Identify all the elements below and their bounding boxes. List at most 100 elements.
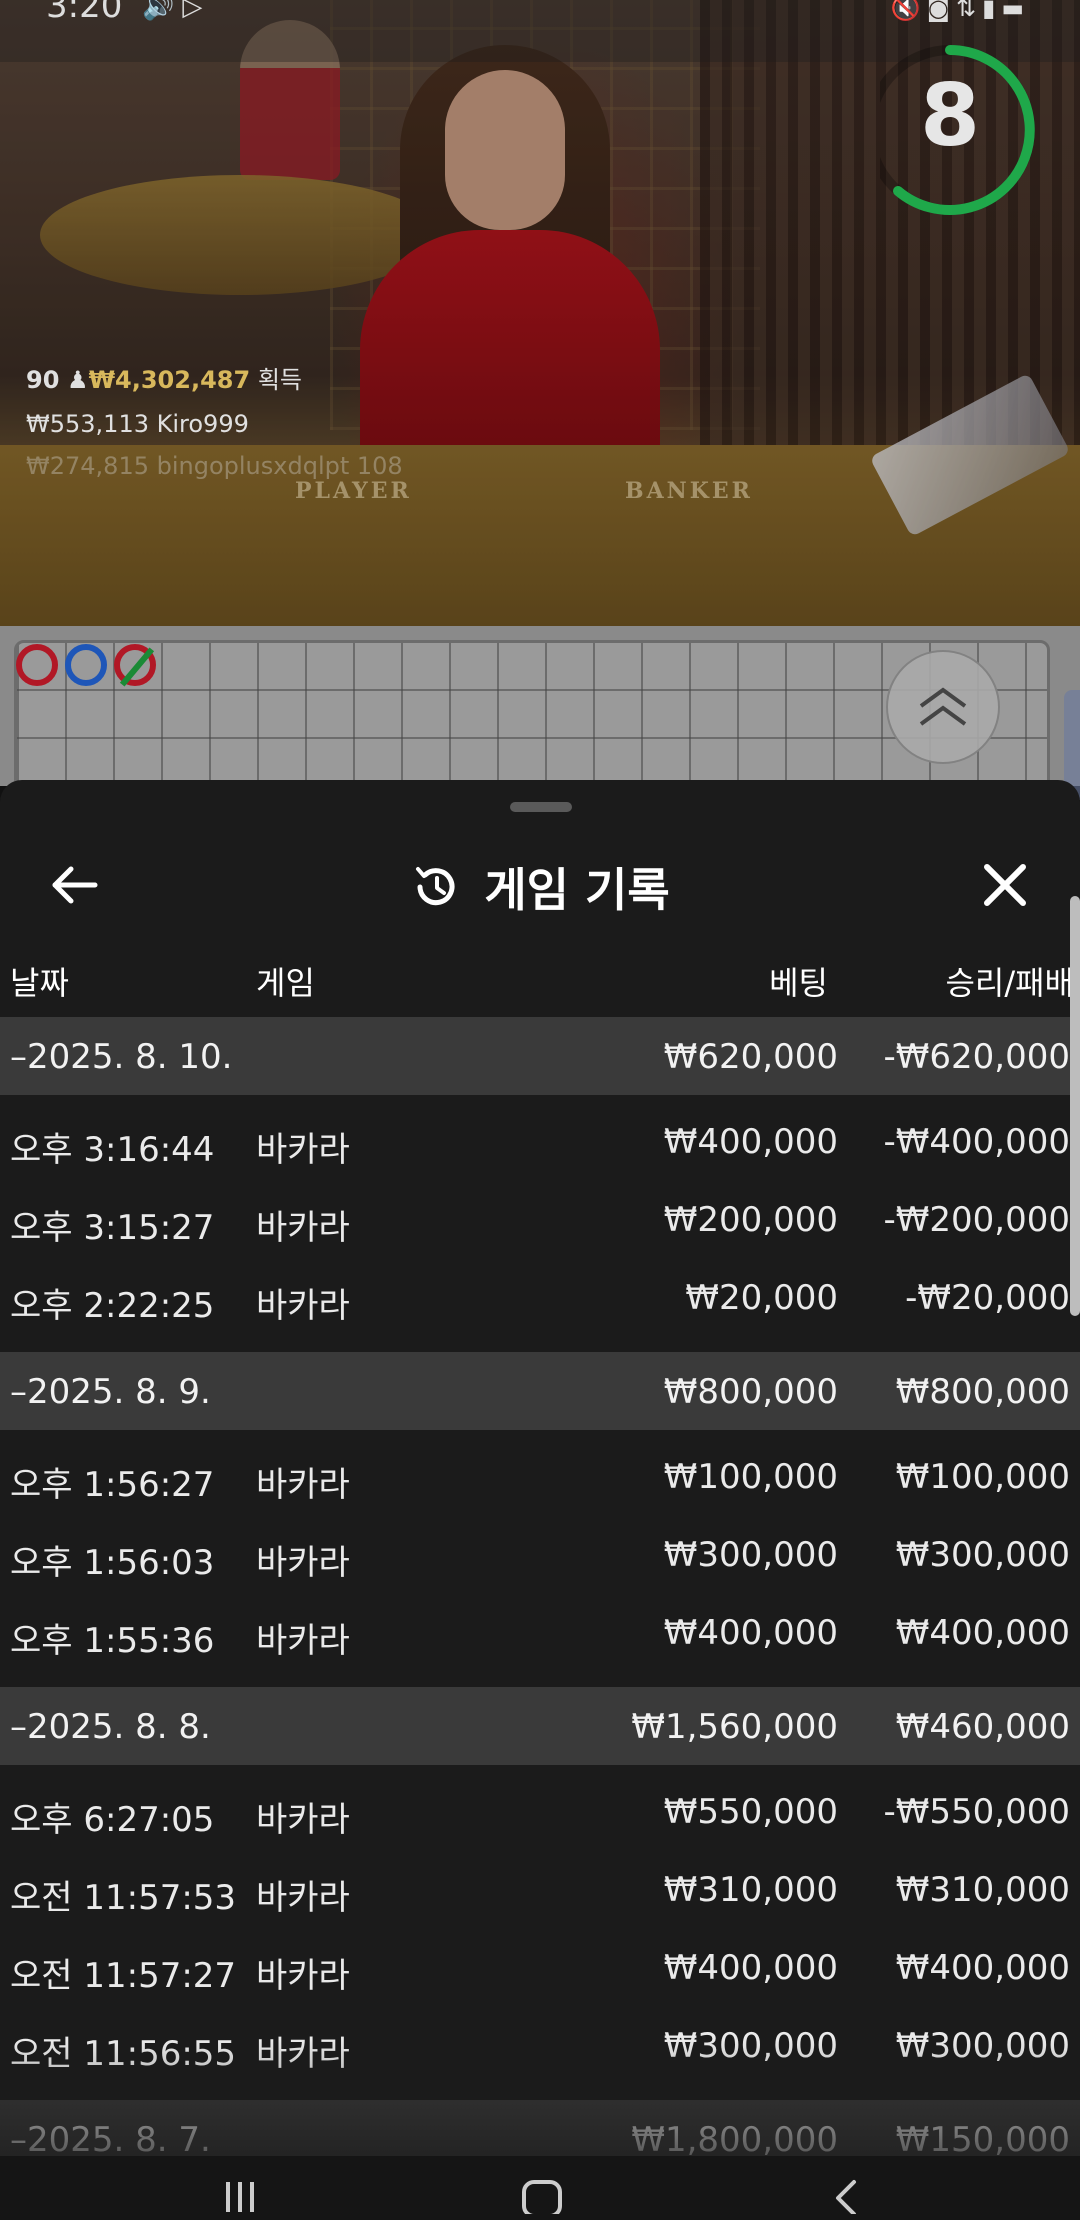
day-date: –2025. 8. 8. (10, 1707, 211, 1747)
status-left-icons: 🔊▷ (142, 0, 210, 22)
row-win-loss: -₩400,000 (883, 1122, 1071, 1162)
day-bet-total: ₩800,000 (663, 1372, 838, 1412)
close-icon (984, 864, 1026, 906)
table-row[interactable]: 오후 3:15:27 바카라 ₩200,000 -₩200,000 (0, 1180, 1080, 1258)
table-row[interactable]: 오후 2:22:25 바카라 ₩20,000 -₩20,000 (0, 1258, 1080, 1336)
battery-icon: ▬ (1001, 0, 1030, 22)
row-game: 바카라 (256, 1208, 350, 1248)
row-time: 오전 11:56:55 (10, 2034, 237, 2074)
recent-apps-icon (226, 2182, 254, 2212)
row-win-loss: ₩300,000 (895, 2026, 1070, 2066)
road-banker-tie-marker (114, 644, 156, 686)
day-win-loss-total: -₩620,000 (883, 1037, 1071, 1077)
row-bet: ₩200,000 (663, 1200, 838, 1240)
row-bet: ₩300,000 (663, 1535, 838, 1575)
day-win-loss-total: ₩800,000 (895, 1372, 1070, 1412)
mute-icon: 🔇 (890, 0, 927, 22)
day-win-loss-total: ₩460,000 (895, 1707, 1070, 1747)
play-icon: ▷ (182, 0, 211, 22)
row-game: 바카라 (256, 1543, 350, 1583)
recent-apps-button[interactable] (200, 2164, 280, 2220)
live-video[interactable]: PLAYER BANKER 3:20 🔊▷ 🔇◙⇅▮▬ 8 90 ♟₩4,302… (0, 0, 1080, 626)
home-button[interactable] (502, 2164, 582, 2220)
row-bet: ₩20,000 (685, 1278, 838, 1318)
row-time: 오전 11:57:27 (10, 1956, 237, 1996)
day-date: –2025. 8. 9. (10, 1372, 211, 1412)
row-time: 오후 1:56:03 (10, 1543, 215, 1583)
row-bet: ₩400,000 (663, 1122, 838, 1162)
row-win-loss: ₩400,000 (895, 1948, 1070, 1988)
sheet-scrollbar[interactable] (1070, 896, 1080, 1316)
winner-amount: ₩274,815 (26, 452, 149, 480)
road-banker-marker (16, 644, 58, 686)
table-row[interactable]: 오후 6:27:05 바카라 ₩550,000 -₩550,000 (0, 1772, 1080, 1850)
row-bet: ₩310,000 (663, 1870, 838, 1910)
road-player-marker (65, 644, 107, 686)
column-header-win-loss[interactable]: 승리/패배 (945, 958, 1074, 1004)
day-win-loss-total: ₩150,000 (895, 2120, 1070, 2160)
table-row[interactable]: 오후 1:56:27 바카라 ₩100,000 ₩100,000 (0, 1437, 1080, 1515)
row-time: 오후 2:22:25 (10, 1286, 215, 1326)
row-game: 바카라 (256, 2034, 350, 2074)
row-bet: ₩100,000 (663, 1457, 838, 1497)
row-bet: ₩400,000 (663, 1948, 838, 1988)
row-bet: ₩550,000 (663, 1792, 838, 1832)
countdown-timer: 8 (865, 40, 1040, 220)
winners-suffix: 획득 (257, 366, 302, 394)
person-icon: ♟ (67, 366, 89, 394)
sound-icon: 🔊 (142, 0, 183, 22)
system-back-button[interactable] (806, 2164, 886, 2220)
data-icon: ⇅ (955, 0, 983, 22)
table-row[interactable]: 오후 1:55:36 바카라 ₩400,000 ₩400,000 (0, 1593, 1080, 1671)
winners-total: ₩4,302,487 (88, 366, 251, 394)
day-date: –2025. 8. 7. (10, 2120, 211, 2160)
winners-count: 90 (26, 366, 60, 394)
row-win-loss: ₩400,000 (895, 1613, 1070, 1653)
sheet-drag-handle[interactable] (510, 802, 572, 812)
row-game: 바카라 (256, 1465, 350, 1505)
table-row[interactable]: 오후 3:16:44 바카라 ₩400,000 -₩400,000 (0, 1102, 1080, 1180)
table-row[interactable]: 오전 11:56:55 바카라 ₩300,000 ₩300,000 (0, 2006, 1080, 2084)
history-table: –2025. 8. 10. ₩620,000 -₩620,000 오후 3:16… (0, 1017, 1080, 2160)
app-root: PLAYER BANKER 3:20 🔊▷ 🔇◙⇅▮▬ 8 90 ♟₩4,302… (0, 0, 1080, 2220)
row-game: 바카라 (256, 1800, 350, 1840)
close-button[interactable] (970, 850, 1040, 920)
row-win-loss: ₩100,000 (895, 1457, 1070, 1497)
day-summary-row[interactable]: –2025. 8. 8. ₩1,560,000 ₩460,000 (0, 1687, 1080, 1765)
row-spacer (0, 1336, 1080, 1352)
row-game: 바카라 (256, 1621, 350, 1661)
row-time: 오전 11:57:53 (10, 1878, 237, 1918)
history-icon (416, 867, 455, 906)
winner-entry: ₩553,113 Kiro999 (26, 410, 249, 438)
game-history-sheet: 게임 기록 날짜 게임 베팅 승리/패배 –2025. 8. 10. ₩620,… (0, 780, 1080, 2160)
table-row[interactable]: 오전 11:57:27 바카라 ₩400,000 ₩400,000 (0, 1928, 1080, 2006)
day-summary-row[interactable]: –2025. 8. 9. ₩800,000 ₩800,000 (0, 1352, 1080, 1430)
column-header-bet[interactable]: 베팅 (769, 958, 828, 1004)
row-time: 오후 3:15:27 (10, 1208, 215, 1248)
column-header-game[interactable]: 게임 (256, 958, 315, 1004)
countdown-number: 8 (920, 66, 980, 166)
row-win-loss: ₩310,000 (895, 1870, 1070, 1910)
sheet-title: 게임 기록 (484, 863, 670, 917)
table-row[interactable]: 오전 11:57:53 바카라 ₩310,000 ₩310,000 (0, 1850, 1080, 1928)
winner-entry: ₩274,815 bingoplusxdqlpt 108 (26, 452, 403, 480)
row-time: 오후 1:56:27 (10, 1465, 215, 1505)
day-summary-row[interactable]: –2025. 8. 7. ₩1,800,000 ₩150,000 (0, 2100, 1080, 2160)
table-row[interactable]: 오후 1:56:03 바카라 ₩300,000 ₩300,000 (0, 1515, 1080, 1593)
winners-summary: 90 ♟₩4,302,487 획득 (26, 360, 302, 395)
expand-roadmap-button[interactable] (886, 650, 1000, 764)
status-right-icons: 🔇◙⇅▮▬ (891, 0, 1030, 22)
row-time: 오후 3:16:44 (10, 1130, 215, 1170)
row-time: 오후 6:27:05 (10, 1800, 215, 1840)
winner-amount: ₩553,113 (26, 410, 149, 438)
row-spacer (0, 1671, 1080, 1687)
voice-icon: ◙ (926, 0, 956, 22)
signal-icon: ▮ (982, 0, 1002, 22)
row-bet: ₩400,000 (663, 1613, 838, 1653)
column-header-date[interactable]: 날짜 (10, 958, 69, 1004)
row-win-loss: -₩200,000 (883, 1200, 1071, 1240)
back-icon (836, 2180, 856, 2214)
day-summary-row[interactable]: –2025. 8. 10. ₩620,000 -₩620,000 (0, 1017, 1080, 1095)
row-win-loss: -₩20,000 (905, 1278, 1070, 1318)
row-bet: ₩300,000 (663, 2026, 838, 2066)
